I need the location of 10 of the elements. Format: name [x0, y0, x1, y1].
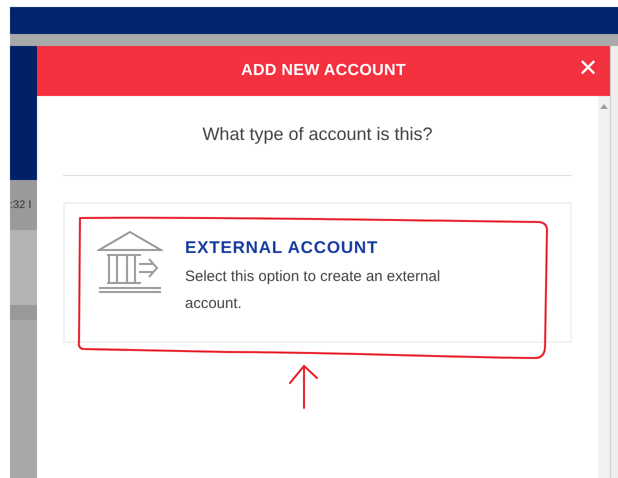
- dialog-title: ADD NEW ACCOUNT: [241, 62, 406, 80]
- scroll-up-icon[interactable]: [600, 104, 608, 109]
- close-button[interactable]: ✕: [578, 57, 598, 81]
- time-text: :32 I: [10, 199, 32, 211]
- question-text: What type of account is this?: [201, 124, 434, 145]
- account-option-card[interactable]: EXTERNAL ACCOUNT Select this option to create an external account.: [63, 202, 572, 343]
- bank-icon: [97, 230, 163, 294]
- option-title: EXTERNAL ACCOUNT: [185, 238, 380, 258]
- scrollbar[interactable]: [598, 96, 610, 478]
- option-description: Select this option to create an external account.: [185, 267, 442, 314]
